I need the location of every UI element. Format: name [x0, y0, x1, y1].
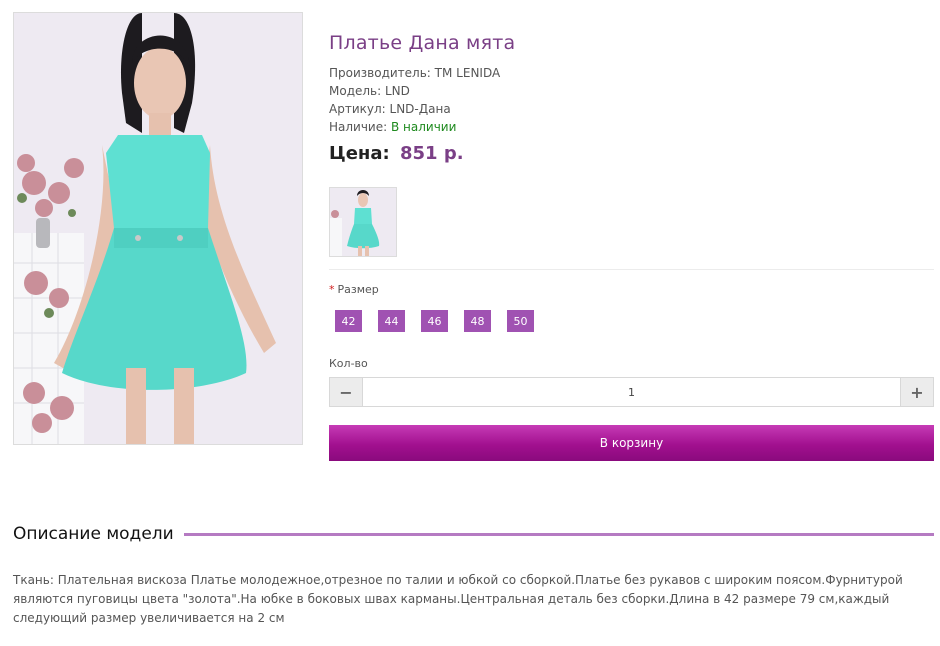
- sku-row: Артикул: LND-Дана: [329, 100, 500, 118]
- availability-label: Наличие:: [329, 120, 388, 134]
- size-option-label: * Размер: [329, 283, 379, 296]
- sku-label: Артикул:: [329, 102, 386, 116]
- product-title: Платье Дана мята: [329, 32, 516, 54]
- required-mark: *: [329, 283, 335, 296]
- size-chip-44[interactable]: 44: [378, 310, 405, 332]
- model-row: Модель: LND: [329, 82, 500, 100]
- size-selector: 42 44 46 48 50: [335, 310, 534, 332]
- size-chip-46[interactable]: 46: [421, 310, 448, 332]
- model-value: LND: [385, 84, 410, 98]
- quantity-decrease-button[interactable]: −: [330, 378, 362, 406]
- availability-value: В наличии: [391, 120, 457, 134]
- size-chip-50[interactable]: 50: [507, 310, 534, 332]
- manufacturer-row: Производитель: TM LENIDA: [329, 64, 500, 82]
- quantity-increase-button[interactable]: +: [901, 378, 933, 406]
- price-value: 851 р.: [399, 143, 464, 164]
- product-main-image[interactable]: [13, 12, 303, 445]
- description-title: Описание модели: [13, 524, 174, 544]
- product-thumbnail[interactable]: [329, 187, 397, 257]
- price-line: Цена: 851 р.: [329, 143, 464, 164]
- availability-row: Наличие: В наличии: [329, 118, 500, 136]
- divider: [329, 269, 934, 270]
- sku-value: LND-Дана: [389, 102, 451, 116]
- quantity-stepper: − +: [329, 377, 934, 407]
- size-chip-42[interactable]: 42: [335, 310, 362, 332]
- quantity-label: Кол-во: [329, 357, 368, 370]
- size-label-text: Размер: [337, 283, 379, 296]
- description-heading: Описание модели: [13, 524, 934, 544]
- price-label: Цена:: [329, 143, 390, 164]
- description-text: Ткань: Плательная вискоза Платье молодеж…: [13, 573, 903, 625]
- add-to-cart-button[interactable]: В корзину: [329, 425, 934, 461]
- manufacturer-label: Производитель:: [329, 66, 431, 80]
- manufacturer-value: TM LENIDA: [434, 66, 501, 80]
- description-heading-line: [183, 532, 934, 536]
- model-label: Модель:: [329, 84, 382, 98]
- size-chip-48[interactable]: 48: [464, 310, 491, 332]
- quantity-input[interactable]: [362, 378, 901, 406]
- product-specs: Производитель: TM LENIDA Модель: LND Арт…: [329, 64, 500, 136]
